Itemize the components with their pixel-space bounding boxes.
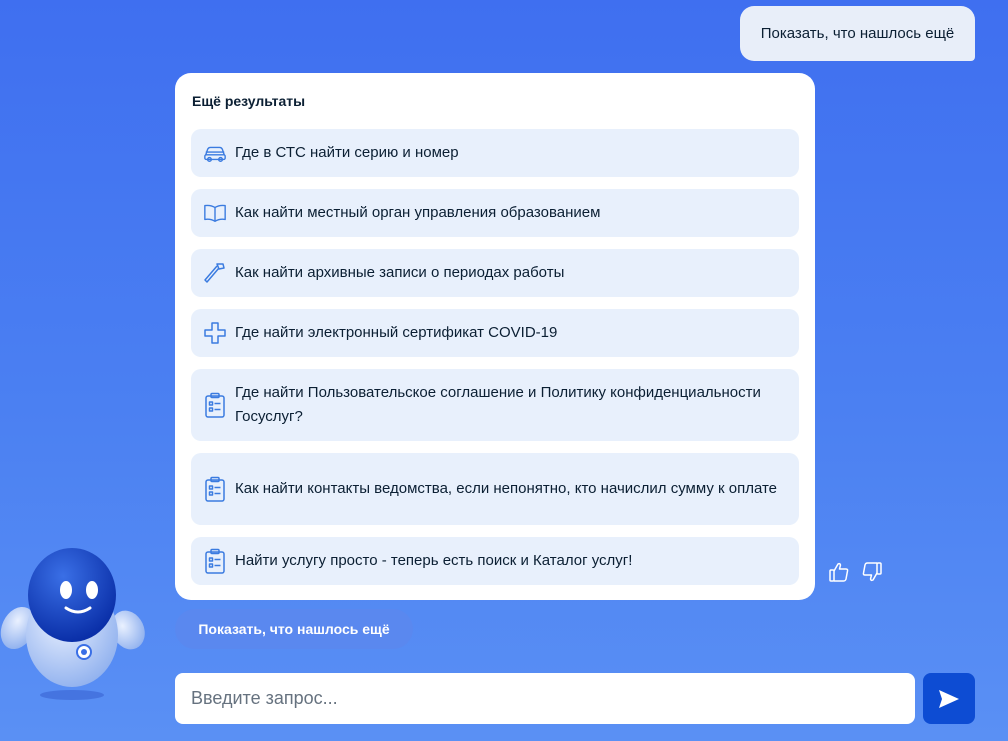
user-message-text: Показать, что нашлось ещё <box>760 25 955 42</box>
result-item-sts[interactable]: Где в СТС найти серию и номер <box>191 129 799 177</box>
show-more-label: Показать, что нашлось ещё <box>198 621 390 637</box>
result-item-label: Как найти местный орган управления образ… <box>235 204 601 221</box>
send-button[interactable] <box>923 673 975 724</box>
user-message-bubble: Показать, что нашлось ещё <box>740 6 975 61</box>
hammer-icon <box>203 261 227 285</box>
results-card-title: Ещё результаты <box>192 93 306 109</box>
thumbs-down-icon <box>862 562 882 582</box>
result-item-education[interactable]: Как найти местный орган управления образ… <box>191 189 799 237</box>
result-item-label: Как найти архивные записи о периодах раб… <box>235 264 565 281</box>
query-input[interactable] <box>175 673 915 724</box>
results-card: Ещё результаты Где в СТС найти серию и н… <box>175 73 815 600</box>
show-more-button[interactable]: Показать, что нашлось ещё <box>175 609 413 649</box>
query-input-box[interactable] <box>175 673 915 724</box>
result-item-archive[interactable]: Как найти архивные записи о периодах раб… <box>191 249 799 297</box>
send-arrow-icon <box>939 689 959 708</box>
like-button[interactable] <box>827 560 851 584</box>
result-item-covid[interactable]: Где найти электронный сертификат COVID-1… <box>191 309 799 357</box>
medical-cross-icon <box>203 321 227 345</box>
result-item-label: Как найти контакты ведомства, если непон… <box>235 480 777 497</box>
dislike-button[interactable] <box>860 560 884 584</box>
result-item-label: Где найти Пользовательское соглашение и … <box>235 384 761 425</box>
clipboard-icon <box>203 548 227 574</box>
result-item-label: Найти услугу просто - теперь есть поиск … <box>235 552 633 569</box>
clipboard-icon <box>203 392 227 418</box>
robot-assistant-icon <box>0 540 150 710</box>
result-item-label: Где найти электронный сертификат COVID-1… <box>235 324 558 341</box>
clipboard-icon <box>203 476 227 502</box>
thumbs-up-icon <box>829 562 849 582</box>
book-icon <box>203 201 227 225</box>
car-icon <box>203 141 227 165</box>
result-item-user-agreement[interactable]: Где найти Пользовательское соглашение и … <box>191 369 799 441</box>
result-item-catalog[interactable]: Найти услугу просто - теперь есть поиск … <box>191 537 799 585</box>
result-item-label: Где в СТС найти серию и номер <box>235 144 459 161</box>
result-item-agency-contacts[interactable]: Как найти контакты ведомства, если непон… <box>191 453 799 525</box>
